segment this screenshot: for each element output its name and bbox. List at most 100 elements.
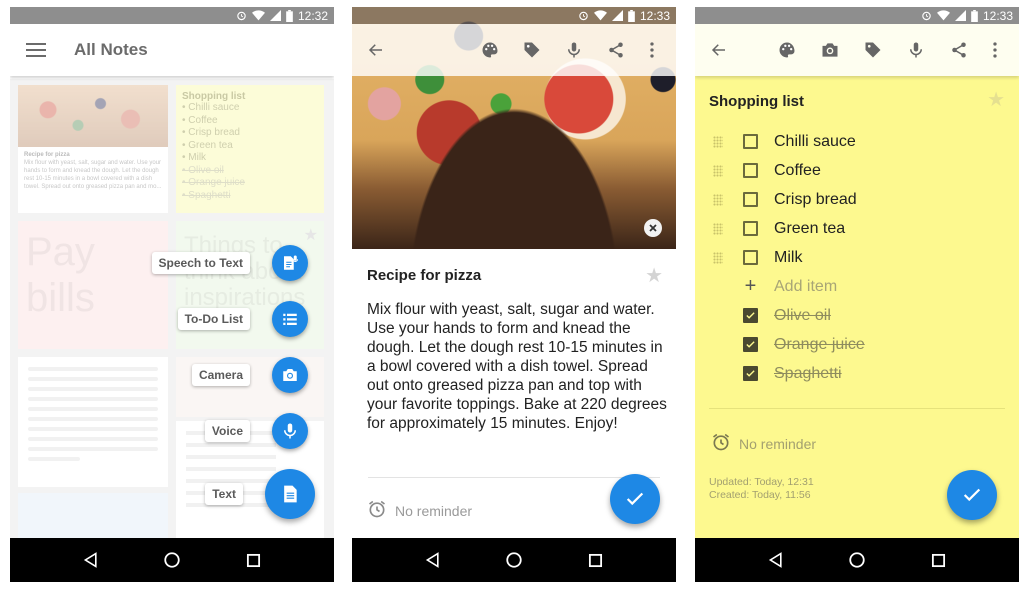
signal-icon [269,10,281,21]
tag-icon[interactable] [861,38,885,62]
remove-image-icon[interactable] [644,219,662,237]
speech-to-text-icon[interactable] [272,245,308,281]
fab-label[interactable]: To-Do List [177,308,250,330]
alarm-icon [921,10,932,21]
fab-label[interactable]: Camera [191,364,250,386]
note-body[interactable]: Mix flour with yeast, salt, sugar and wa… [367,300,667,433]
fab-voice[interactable]: Voice [204,413,308,449]
done-check-button[interactable] [947,470,997,520]
mic-icon[interactable] [562,38,586,62]
add-item-row[interactable]: + Add item [695,272,1019,301]
fab-todo-list[interactable]: To-Do List [177,301,308,337]
more-vert-icon[interactable] [640,38,664,62]
checklist-item-label[interactable]: Coffee [774,162,821,180]
share-icon[interactable] [947,38,971,62]
status-time: 12:32 [297,8,328,23]
nav-back-icon[interactable] [79,548,103,572]
signal-icon [954,10,966,21]
checklist-item-label[interactable]: Crisp bread [774,191,857,209]
checkbox[interactable] [743,250,758,265]
note-toolbar [695,24,1019,76]
nav-recents-icon[interactable] [926,548,950,572]
alarm-icon [367,499,387,522]
checkbox[interactable] [743,163,758,178]
checklist-item: Green tea [695,214,1019,243]
palette-icon[interactable] [775,38,799,62]
checkbox-checked[interactable] [743,366,758,381]
fab-label[interactable]: Voice [204,420,250,442]
wifi-icon [251,10,265,21]
alarm-icon [236,10,247,21]
star-icon[interactable]: ★ [645,263,663,288]
nav-home-icon[interactable] [502,548,526,572]
updated-timestamp: Updated: Today, 12:31 [709,476,814,488]
checklist-item-label[interactable]: Green tea [774,220,845,238]
nav-home-icon[interactable] [160,548,184,572]
drag-handle-icon[interactable] [713,164,723,177]
screen-shopping-list: 12:33 Shopping list ★ Chilli sauce Coffe… [695,7,1019,582]
camera-icon[interactable] [272,357,308,393]
more-vert-icon[interactable] [983,38,1007,62]
divider [709,408,1005,409]
alarm-icon [711,432,731,455]
checklist-item-label[interactable]: Milk [774,249,802,267]
star-icon[interactable]: ★ [987,87,1005,112]
list-icon[interactable] [272,301,308,337]
checkbox[interactable] [743,221,758,236]
status-bar: 12:32 [10,7,334,24]
back-arrow-icon[interactable] [707,38,731,62]
plus-icon[interactable]: + [743,276,758,296]
fab-camera[interactable]: Camera [191,357,308,393]
back-arrow-icon[interactable] [364,38,388,62]
palette-icon[interactable] [478,38,502,62]
drag-handle-icon[interactable] [713,251,723,264]
checkbox-checked[interactable] [743,308,758,323]
nav-recents-icon[interactable] [241,548,265,572]
note-meta: Updated: Today, 12:31 Created: Today, 11… [709,476,814,502]
camera-icon[interactable] [818,38,842,62]
fab-text[interactable]: Text [205,469,315,519]
done-check-button[interactable] [610,474,660,524]
fab-label[interactable]: Text [205,483,243,505]
note-title[interactable]: Shopping list [709,93,804,110]
checkbox[interactable] [743,134,758,149]
signal-icon [611,10,623,21]
checkbox[interactable] [743,192,758,207]
checklist-item-label[interactable]: Orange juice [774,336,865,354]
tag-icon[interactable] [520,38,544,62]
drag-handle-icon[interactable] [713,193,723,206]
checkbox-checked[interactable] [743,337,758,352]
nav-bar [352,538,676,582]
checklist-item-checked: Olive oil [695,301,1019,330]
screen-recipe-note: 12:33 Recipe for pizza ★ Mix flour with … [352,7,676,582]
fab-label[interactable]: Speech to Text [151,252,250,274]
share-icon[interactable] [604,38,628,62]
note-title[interactable]: Recipe for pizza [367,267,660,284]
checklist-item: Milk [695,243,1019,272]
fab-menu: Speech to Text To-Do List Camera Voice T… [10,7,334,582]
status-time: 12:33 [639,8,670,23]
battery-icon [971,9,978,22]
drag-handle-icon[interactable] [713,135,723,148]
nav-back-icon[interactable] [421,548,445,572]
drag-handle-icon[interactable] [713,222,723,235]
checklist-item-label[interactable]: Spaghetti [774,365,842,383]
nav-recents-icon[interactable] [583,548,607,572]
checklist-item-label[interactable]: Olive oil [774,307,831,325]
wifi-icon [593,10,607,21]
mic-icon[interactable] [904,38,928,62]
document-icon[interactable] [265,469,315,519]
battery-icon [628,9,635,22]
alarm-icon [578,10,589,21]
reminder-button[interactable]: No reminder [367,499,472,522]
nav-bar [10,538,334,582]
note-toolbar [352,24,676,76]
add-item-input[interactable]: Add item [774,278,837,296]
mic-icon[interactable] [272,413,308,449]
checklist-item-label[interactable]: Chilli sauce [774,133,856,151]
checklist: Chilli sauce Coffee Crisp bread Green te… [695,127,1019,388]
nav-back-icon[interactable] [764,548,788,572]
nav-home-icon[interactable] [845,548,869,572]
fab-speech-to-text[interactable]: Speech to Text [151,245,308,281]
reminder-button[interactable]: No reminder [711,432,816,455]
